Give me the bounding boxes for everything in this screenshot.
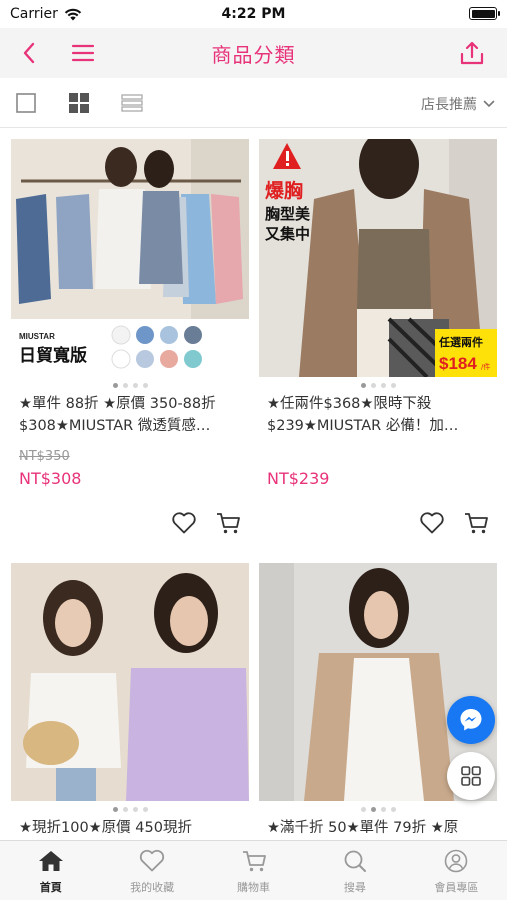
battery-icon (469, 7, 500, 20)
list-view-toggle[interactable] (121, 92, 143, 114)
tab-label: 首頁 (39, 881, 62, 894)
product-photo (11, 563, 249, 801)
tab-favorites[interactable]: 我的收藏 (101, 841, 202, 900)
product-name[interactable]: ★現折100★原價 450現折 (11, 817, 249, 840)
messenger-icon (460, 709, 482, 731)
hamburger-icon (71, 44, 95, 62)
product-name[interactable]: ★任兩件$368★限時下殺 $239★MIUSTAR 必備！加… (259, 393, 497, 437)
tab-member[interactable]: 會員專區 (406, 841, 507, 900)
clock: 4:22 PM (221, 6, 286, 22)
sort-label: 店長推薦 (421, 97, 477, 113)
product-card[interactable]: MIUSTAR 日貿寬版 ★單件 88折 ★原價 350-88折 $308★MI… (11, 139, 249, 534)
share-icon (460, 41, 484, 65)
product-name[interactable]: ★滿千折 50★單件 79折 ★原 (259, 817, 497, 840)
tab-search[interactable]: 搜尋 (304, 841, 405, 900)
cart-icon (242, 851, 266, 872)
tab-home[interactable]: 首頁 (0, 841, 101, 900)
grid-menu-button[interactable] (447, 752, 495, 800)
product-card[interactable]: ★現折100★原價 450現折 (11, 563, 249, 840)
tab-label: 購物車 (237, 881, 271, 894)
original-price (259, 449, 497, 467)
sale-price: NT$308 (19, 469, 82, 488)
image-caption: 日貿寬版 (19, 345, 87, 366)
tab-bar: 首頁 我的收藏 購物車 搜尋 會員專區 (0, 840, 507, 900)
list-icon (121, 94, 143, 112)
chevron-left-icon (23, 42, 35, 64)
messenger-button[interactable] (447, 696, 495, 744)
share-button[interactable] (457, 38, 487, 68)
product-photo: 爆胸 胸型美 又集中 任選兩件 $184 /件 (259, 139, 497, 377)
tab-label: 我的收藏 (130, 881, 175, 894)
sort-dropdown[interactable]: 店長推薦 (421, 94, 495, 114)
product-image[interactable] (11, 563, 249, 801)
sale-price: NT$239 (267, 469, 330, 488)
square-icon (16, 93, 36, 113)
product-image[interactable]: MIUSTAR 日貿寬版 (11, 139, 249, 377)
product-image[interactable]: 爆胸 胸型美 又集中 任選兩件 $184 /件 (259, 139, 497, 377)
image-tag-price: $184 (439, 354, 477, 373)
product-name[interactable]: ★單件 88折 ★原價 350-88折 $308★MIUSTAR 微透質感… (11, 393, 249, 437)
tab-label: 搜尋 (343, 881, 366, 894)
original-price: NT$350 (19, 449, 70, 464)
tab-label: 會員專區 (434, 881, 479, 894)
image-pager (259, 801, 497, 817)
home-icon (38, 851, 63, 871)
image-pager (259, 377, 497, 393)
page-title: 商品分類 (211, 42, 296, 67)
heart-icon[interactable] (171, 511, 197, 535)
grid-icon (69, 93, 89, 113)
heart-icon[interactable] (419, 511, 445, 535)
cart-icon[interactable] (215, 511, 241, 535)
image-pager (11, 377, 249, 393)
back-button[interactable] (14, 38, 44, 68)
tab-cart[interactable]: 購物車 (203, 841, 304, 900)
image-tag-suffix: /件 (481, 362, 490, 371)
image-badge: 胸型美 (265, 205, 311, 223)
image-badge: 爆胸 (265, 179, 303, 202)
status-bar: Carrier 4:22 PM (0, 0, 507, 28)
image-pager (11, 801, 249, 817)
grid-icon (461, 766, 481, 786)
user-icon (445, 849, 468, 873)
image-badge: 又集中 (265, 225, 310, 243)
grid-view-toggle[interactable] (68, 92, 90, 114)
filter-bar: 店長推薦 (0, 78, 507, 128)
product-photo: MIUSTAR 日貿寬版 (11, 139, 249, 377)
brand-mark: MIUSTAR (19, 332, 55, 341)
single-view-toggle[interactable] (15, 92, 37, 114)
menu-button[interactable] (68, 38, 98, 68)
product-card[interactable]: 爆胸 胸型美 又集中 任選兩件 $184 /件 ★任兩件$368★限時下殺 $2… (259, 139, 497, 534)
image-tag: 任選兩件 (438, 335, 483, 349)
nav-bar: 商品分類 (0, 28, 507, 78)
product-grid: MIUSTAR 日貿寬版 ★單件 88折 ★原價 350-88折 $308★MI… (0, 128, 507, 840)
search-icon (344, 850, 366, 872)
chevron-down-icon (483, 100, 495, 108)
heart-icon (139, 849, 165, 872)
cart-icon[interactable] (463, 511, 489, 535)
